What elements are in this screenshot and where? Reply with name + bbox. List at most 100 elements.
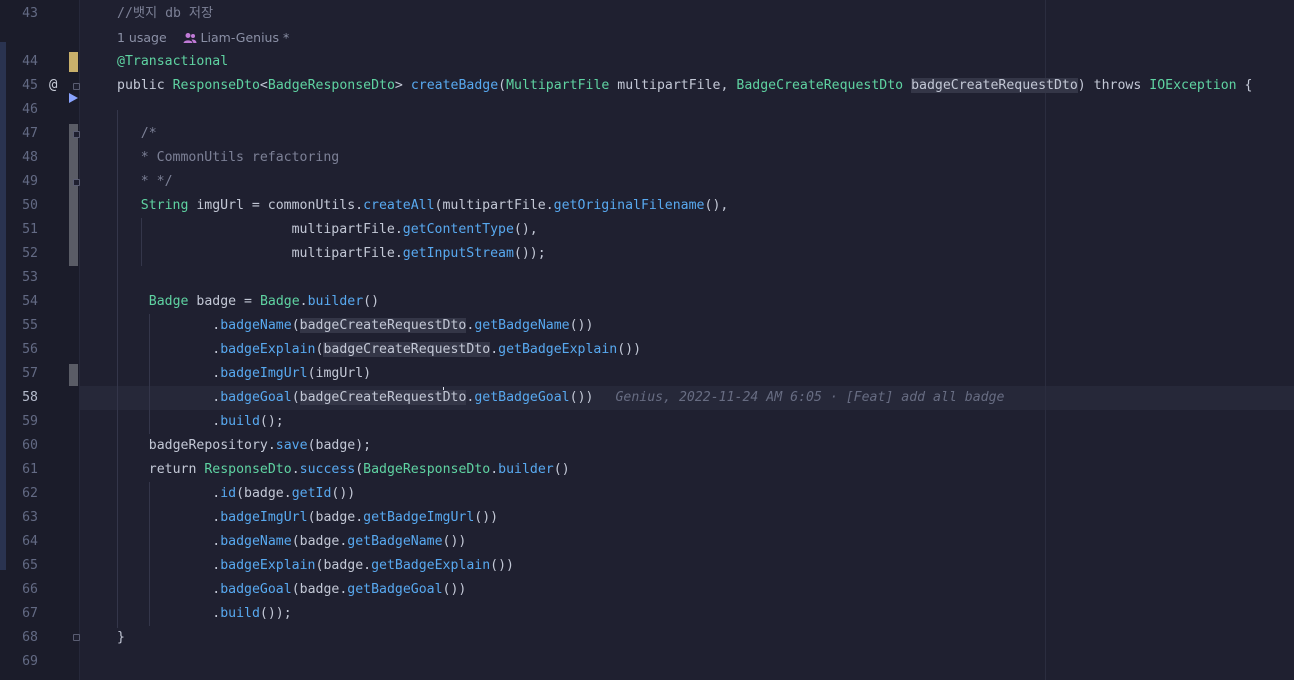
code-token: ()) — [569, 318, 594, 333]
code-line[interactable]: .badgeGoal(badge.getBadgeGoal()) — [117, 578, 466, 602]
code-token: (badge. — [291, 534, 348, 549]
code-line[interactable]: } — [117, 626, 125, 650]
code-token: MultipartFile — [506, 78, 610, 93]
author-hint[interactable]: Liam-Genius * — [201, 30, 290, 45]
line-number[interactable]: 66 — [8, 578, 38, 602]
code-token: getBadgeExplain — [498, 342, 618, 357]
line-number[interactable]: 53 — [8, 266, 38, 290]
code-token: getBadgeName — [474, 318, 570, 333]
code-token: ( — [291, 390, 300, 405]
code-token: (badge); — [307, 438, 372, 453]
line-number[interactable]: 48 — [8, 146, 38, 170]
code-token: ()) — [442, 582, 467, 597]
code-line[interactable]: Badge badge = Badge.builder() — [117, 290, 379, 314]
line-number[interactable]: 69 — [8, 650, 38, 674]
code-token: . — [117, 510, 221, 525]
vcs-modified-marker[interactable] — [69, 124, 78, 266]
override-marker-icon[interactable]: @ — [49, 76, 63, 94]
code-line[interactable]: .build()); — [117, 602, 292, 626]
code-token: . — [117, 342, 221, 357]
code-line[interactable]: multipartFile.getContentType(), — [109, 218, 538, 242]
code-line[interactable]: multipartFile.getInputStream()); — [109, 242, 546, 266]
code-token: * CommonUtils refactoring — [109, 150, 340, 165]
vcs-modified-marker[interactable] — [69, 364, 78, 386]
git-blame-annotation[interactable]: Genius, 2022-11-24 AM 6:05 · [Feat] add … — [615, 390, 1004, 405]
code-editor[interactable]: @ 1 usage Liam-Genius * //뱃지 db 저장 @Trans… — [0, 0, 1294, 680]
code-line[interactable]: @Transactional — [117, 50, 228, 74]
line-number[interactable]: 62 — [8, 482, 38, 506]
line-number[interactable]: 54 — [8, 290, 38, 314]
code-token: Badge — [148, 294, 189, 309]
code-token: getBadgeImgUrl — [363, 510, 475, 525]
code-line[interactable]: * CommonUtils refactoring — [109, 146, 340, 170]
line-number[interactable]: 63 — [8, 506, 38, 530]
code-line[interactable]: .badgeExplain(badge.getBadgeExplain()) — [117, 554, 514, 578]
scroll-region-marker — [0, 42, 6, 570]
code-line[interactable]: badgeRepository.save(badge); — [117, 434, 371, 458]
code-token: (badge. — [291, 582, 348, 597]
line-number[interactable]: 44 — [8, 50, 38, 74]
fold-marker[interactable] — [73, 83, 80, 90]
code-token: } — [117, 630, 125, 645]
line-number[interactable]: 50 — [8, 194, 38, 218]
line-number[interactable]: 67 — [8, 602, 38, 626]
line-number[interactable]: 47 — [8, 122, 38, 146]
code-token: . — [117, 366, 221, 381]
line-number[interactable]: 60 — [8, 434, 38, 458]
line-number[interactable]: 58 — [8, 386, 38, 410]
line-number[interactable]: 68 — [8, 626, 38, 650]
code-line[interactable]: public ResponseDto<BadgeResponseDto> cre… — [117, 74, 1253, 98]
code-line[interactable]: return ResponseDto.success(BadgeResponse… — [117, 458, 570, 482]
code-line[interactable]: .build(); — [117, 410, 283, 434]
code-line[interactable]: * */ — [109, 170, 173, 194]
code-token: (imgUrl) — [307, 366, 372, 381]
line-number[interactable]: 49 — [8, 170, 38, 194]
code-line[interactable]: String imgUrl = commonUtils.createAll(mu… — [109, 194, 729, 218]
code-token: badgeCreateRequestDto — [323, 342, 491, 357]
code-token: badgeCreateRequestDto — [299, 318, 467, 333]
code-line[interactable]: .badgeGoal(badgeCreateRequestDto.getBadg… — [117, 386, 1005, 410]
code-line[interactable]: .badgeImgUrl(badge.getBadgeImgUrl()) — [117, 506, 498, 530]
line-number[interactable]: 61 — [8, 458, 38, 482]
code-token: builder — [307, 294, 364, 309]
line-number[interactable]: 64 — [8, 530, 38, 554]
fold-marker[interactable] — [73, 131, 80, 138]
code-line[interactable]: /* — [109, 122, 157, 146]
code-token: ()) — [617, 342, 642, 357]
code-token: ()) — [490, 558, 514, 573]
line-number[interactable]: 59 — [8, 410, 38, 434]
code-token: . — [117, 606, 221, 621]
line-number[interactable]: 56 — [8, 338, 38, 362]
code-line[interactable]: .badgeName(badgeCreateRequestDto.getBadg… — [117, 314, 593, 338]
code-line[interactable]: //뱃지 db 저장 — [117, 2, 213, 26]
fold-marker[interactable] — [73, 179, 80, 186]
line-number[interactable]: 55 — [8, 314, 38, 338]
code-line[interactable]: .id(badge.getId()) — [117, 482, 355, 506]
usage-inlay-hint[interactable]: 1 usage Liam-Genius * — [117, 28, 289, 48]
code-token: badgeName — [220, 318, 292, 333]
fold-marker[interactable] — [73, 634, 80, 641]
line-number[interactable]: 46 — [8, 98, 38, 122]
vcs-added-marker[interactable] — [69, 52, 78, 72]
code-token: badgeExplain — [220, 558, 316, 573]
line-number[interactable]: 57 — [8, 362, 38, 386]
usage-count[interactable]: 1 usage — [117, 30, 167, 45]
run-icon[interactable] — [67, 92, 79, 104]
code-token: (), — [704, 198, 729, 213]
code-line[interactable]: .badgeName(badge.getBadgeName()) — [117, 530, 466, 554]
code-token: . — [117, 390, 221, 405]
code-token: build — [220, 606, 260, 621]
line-number[interactable]: 51 — [8, 218, 38, 242]
code-token: (badge. — [236, 486, 292, 501]
line-number[interactable]: 65 — [8, 554, 38, 578]
line-number[interactable]: 45 — [8, 74, 38, 98]
tool-window-strip — [0, 0, 8, 680]
code-token: BadgeResponseDto — [363, 462, 491, 477]
line-number[interactable]: 43 — [8, 2, 38, 26]
code-line[interactable]: .badgeExplain(badgeCreateRequestDto.getB… — [117, 338, 641, 362]
code-token: /* — [109, 126, 157, 141]
line-number[interactable]: 52 — [8, 242, 38, 266]
code-line[interactable]: .badgeImgUrl(imgUrl) — [117, 362, 371, 386]
code-token: ()); — [259, 606, 292, 621]
